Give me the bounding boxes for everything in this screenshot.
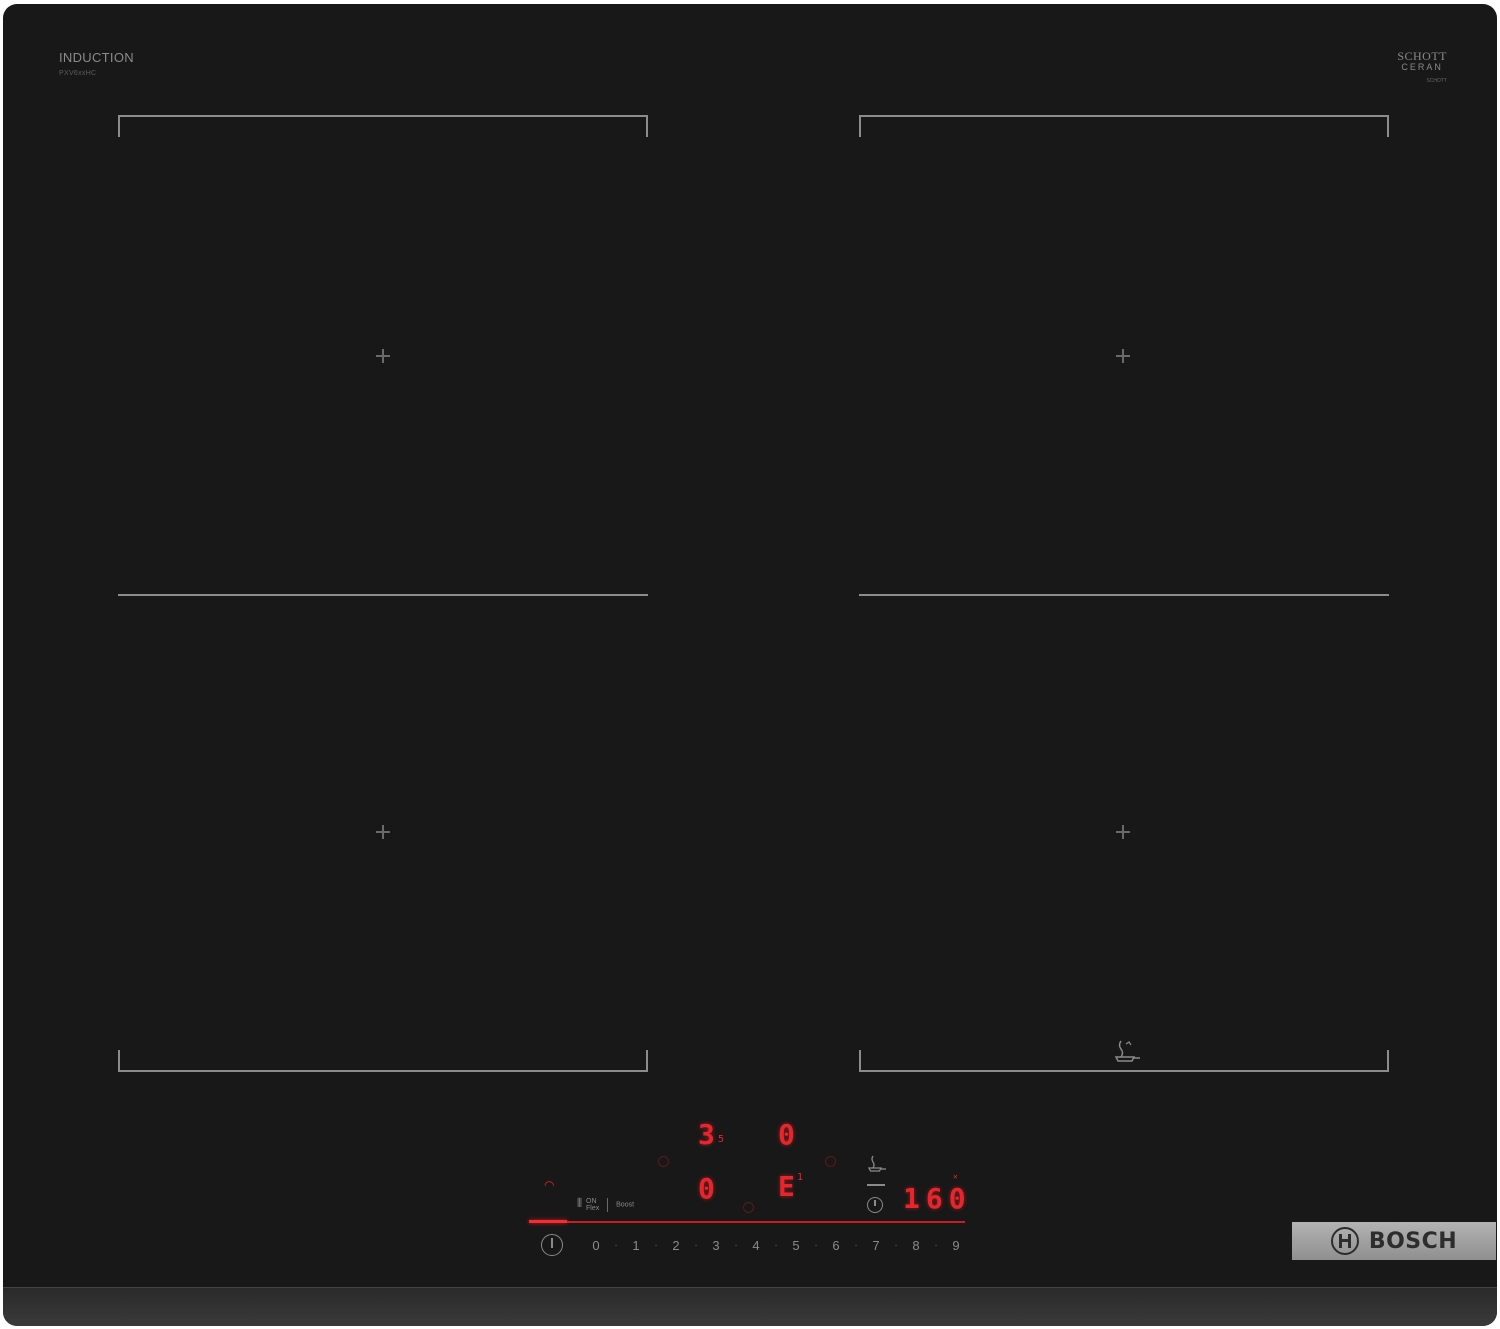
plus-icon: [1116, 349, 1130, 363]
brand-badge: BOSCH: [1292, 1222, 1496, 1260]
hob-frame-edge: [3, 1287, 1497, 1326]
function-label-flex: Flex: [586, 1205, 600, 1213]
zone-left-divider: [118, 594, 648, 596]
glass-brand-logo: SCHOTT CERAN SCHOTT: [1397, 49, 1447, 84]
glass-brand-line1: SCHOTT: [1397, 49, 1447, 63]
glass-brand-line2: CERAN: [1401, 62, 1443, 72]
plus-icon: [376, 349, 390, 363]
function-label-on: ON: [586, 1198, 597, 1206]
zone-left-bottom-edge: [118, 1070, 648, 1072]
power-icon[interactable]: [541, 1234, 563, 1256]
slider-step[interactable]: 7: [863, 1238, 889, 1253]
zone-select-indicator[interactable]: [743, 1202, 754, 1213]
zone-left-top-right-tick: [646, 115, 648, 137]
zone-top-left-display[interactable]: 3: [698, 1118, 715, 1151]
model-label: PXV6xxHC: [59, 70, 97, 77]
induction-hob: INDUCTION PXV6xxHC SCHOTT CERAN SCHOTT 3…: [3, 4, 1497, 1326]
zone-left-top-left-tick: [118, 115, 120, 137]
timer-icon[interactable]: [867, 1197, 883, 1213]
slider-step[interactable]: 5: [783, 1238, 809, 1253]
slider-step[interactable]: 9: [943, 1238, 969, 1253]
frying-sensor-divider: [867, 1184, 885, 1186]
zone-right-top-edge: [859, 115, 1389, 117]
wifi-icon[interactable]: ◠: [544, 1178, 554, 1192]
zone-right-bottom-right-tick: [1387, 1050, 1389, 1072]
zone-right-bottom-edge: [859, 1070, 1389, 1072]
zone-top-right-display[interactable]: 0: [778, 1118, 795, 1151]
zone-top-left-subdisplay: 5: [718, 1134, 725, 1145]
slider-step[interactable]: 4: [743, 1238, 769, 1253]
pan-sensor-icon: [1114, 1040, 1140, 1062]
control-baseline: [567, 1221, 965, 1223]
temperature-indicator-dot: ✕: [953, 1172, 958, 1181]
power-level-slider[interactable]: 0 · 1 · 2 · 3 · 4 · 5 · 6 · 7 · 8 · 9: [583, 1236, 973, 1254]
flex-zone-icon[interactable]: ⫴: [577, 1196, 582, 1210]
slider-step[interactable]: 8: [903, 1238, 929, 1253]
zone-right-bottom-left-tick: [859, 1050, 861, 1072]
induction-label: INDUCTION: [59, 50, 134, 65]
power-active-bar: [529, 1220, 567, 1223]
temperature-readout: 160: [903, 1182, 972, 1215]
zone-left-bottom-left-tick: [118, 1050, 120, 1072]
zone-right-top-right-tick: [1387, 115, 1389, 137]
frying-sensor-icon[interactable]: [867, 1154, 889, 1174]
zone-bottom-right-subdisplay: 1: [797, 1172, 804, 1183]
zone-bottom-right-display[interactable]: E: [778, 1170, 795, 1203]
slider-step[interactable]: 2: [663, 1238, 689, 1253]
zone-select-indicator[interactable]: [825, 1156, 836, 1167]
plus-icon: [1116, 825, 1130, 839]
brand-name: BOSCH: [1368, 1228, 1458, 1254]
function-keys[interactable]: ⫴ ON Flex Boost: [577, 1196, 634, 1213]
zone-right-divider: [859, 594, 1389, 596]
bosch-logo-icon: [1330, 1227, 1359, 1255]
glass-brand-sub: SCHOTT: [1426, 78, 1447, 84]
slider-step[interactable]: 1: [623, 1238, 649, 1253]
plus-icon: [376, 825, 390, 839]
slider-step[interactable]: 3: [703, 1238, 729, 1253]
zone-left-bottom-right-tick: [646, 1050, 648, 1072]
zone-left-top-edge: [118, 115, 648, 117]
zone-right-top-left-tick: [859, 115, 861, 137]
function-label-boost[interactable]: Boost: [616, 1202, 634, 1209]
zone-bottom-left-display[interactable]: 0: [698, 1172, 715, 1205]
slider-step[interactable]: 0: [583, 1238, 609, 1253]
slider-step[interactable]: 6: [823, 1238, 849, 1253]
zone-select-indicator[interactable]: [658, 1156, 669, 1167]
